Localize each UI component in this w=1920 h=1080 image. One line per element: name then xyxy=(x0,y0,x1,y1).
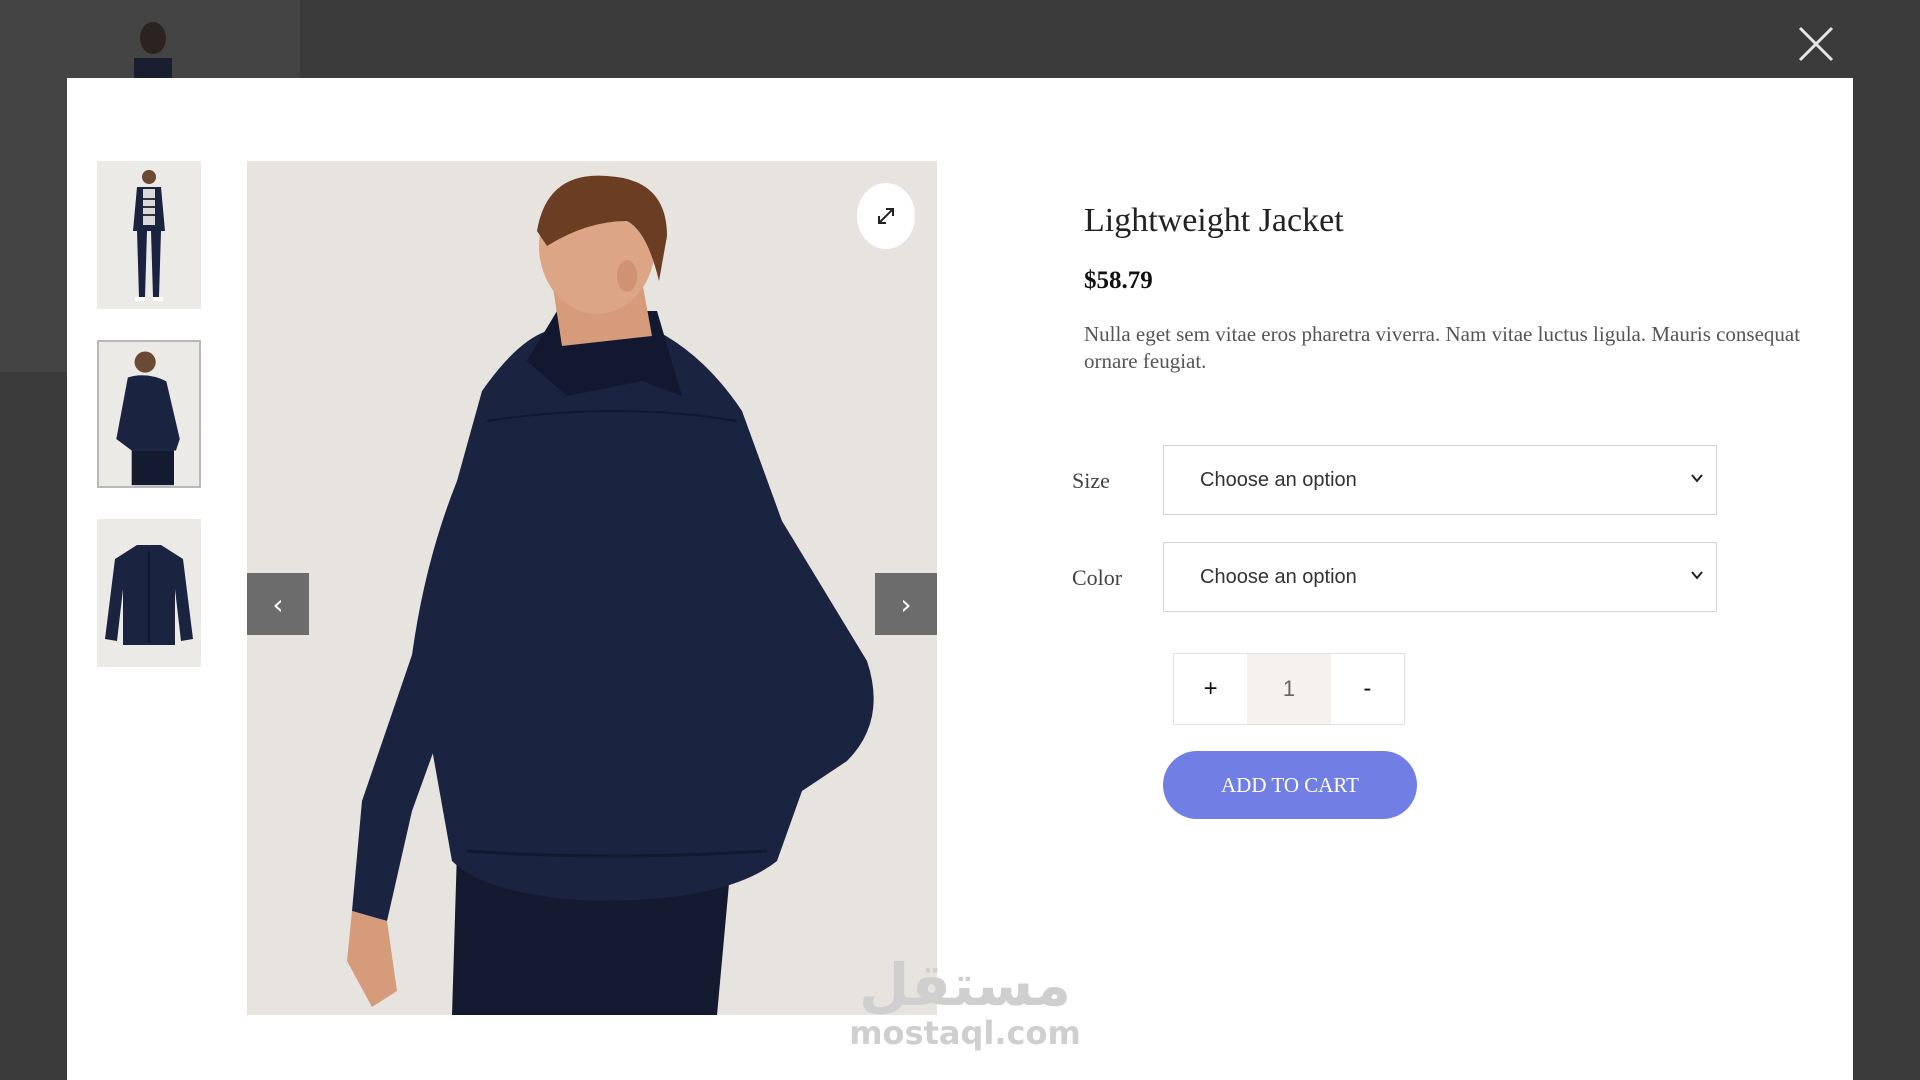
thumbnail-jacket-flat[interactable] xyxy=(97,519,201,667)
chevron-down-icon xyxy=(1691,474,1703,483)
product-price: $58.79 xyxy=(1084,267,1153,294)
quantity-input[interactable]: 1 xyxy=(1247,654,1331,724)
close-icon[interactable] xyxy=(1796,24,1836,64)
background-product-image xyxy=(134,22,172,78)
product-title: Lightweight Jacket xyxy=(1084,202,1344,239)
watermark-arabic: مستقل xyxy=(858,951,1072,1019)
previous-image-button[interactable]: ‹ xyxy=(247,573,309,635)
size-select-value: Choose an option xyxy=(1200,468,1357,491)
color-label: Color xyxy=(1072,565,1123,590)
next-image-button[interactable]: › xyxy=(875,573,937,635)
thumbnail-image xyxy=(97,161,201,309)
size-label: Size xyxy=(1072,468,1110,493)
add-to-cart-button[interactable]: ADD TO CART xyxy=(1163,751,1417,819)
color-select-value: Choose an option xyxy=(1200,565,1357,588)
thumbnail-model-back[interactable] xyxy=(97,340,201,488)
watermark: مستقل mostaql.com xyxy=(845,955,1085,1051)
thumbnail-image xyxy=(97,519,201,667)
thumbnail-image xyxy=(99,342,199,486)
thumbnail-model-front[interactable] xyxy=(97,161,201,309)
expand-icon xyxy=(878,208,894,224)
quantity-increase-button[interactable]: + xyxy=(1174,654,1248,724)
main-product-image: ‹ › xyxy=(247,161,937,1015)
size-select[interactable]: Choose an option xyxy=(1163,445,1717,515)
chevron-down-icon xyxy=(1691,571,1703,580)
quick-view-modal: ‹ › Lightweight Jacket $58.79 Nulla eget… xyxy=(67,78,1853,1080)
watermark-latin: mostaql.com xyxy=(849,1014,1081,1052)
product-photo xyxy=(247,161,937,1015)
quantity-stepper: + 1 - xyxy=(1173,653,1405,725)
color-select[interactable]: Choose an option xyxy=(1163,542,1717,612)
product-description: Nulla eget sem vitae eros pharetra viver… xyxy=(1084,322,1801,373)
expand-button[interactable] xyxy=(857,183,915,249)
quantity-decrease-button[interactable]: - xyxy=(1330,654,1404,724)
